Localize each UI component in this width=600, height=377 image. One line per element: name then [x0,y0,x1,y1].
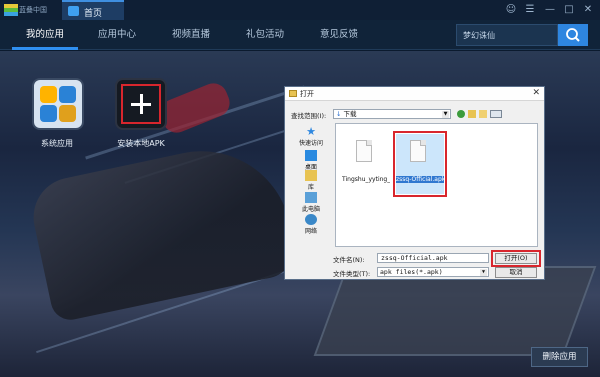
filetype-select[interactable]: apk files(*.apk) ▼ [377,267,489,277]
place-library[interactable]: 库 [291,170,331,194]
tab-label: 意见反馈 [319,29,358,40]
network-icon [305,214,317,225]
tab-underline [156,47,226,50]
cancel-button[interactable]: 取消 [495,267,537,278]
settings-icon [40,86,57,103]
bluestacks-logo-icon [4,4,18,16]
lookin-select[interactable]: ↓ 下载 ▼ [333,109,451,119]
place-label: 此电脑 [301,206,320,213]
back-icon[interactable] [457,110,465,118]
tab-my-apps[interactable]: 我的应用 [10,20,80,50]
install-apk-label: 安装本地APK [117,139,165,148]
menu-icon[interactable]: ☰ [523,3,537,17]
place-label: 库 [307,184,314,191]
folder-icon [289,90,297,97]
file-name: Tingshu_yyting_... [342,176,390,183]
search-box[interactable] [456,24,558,46]
tab-underline [82,47,152,50]
document-icon [356,140,372,162]
filename-field[interactable]: zssq-Official.apk [377,253,489,263]
system-apps-icon[interactable] [32,78,84,130]
home-tab-label: 首页 [84,9,103,19]
place-quick-access[interactable]: ★ 快速访问 [291,126,331,150]
desktop-icon [305,150,317,161]
background-race-car [156,79,234,137]
chevron-down-icon: ▼ [442,111,449,118]
folder-icon [40,105,57,122]
highlight-box [393,131,447,197]
install-apk-button[interactable] [115,78,167,130]
avatar-icon[interactable]: ☺ [504,3,518,17]
maximize-icon[interactable]: □ [562,3,576,17]
app-name: 蓝叠中国 [19,6,47,14]
star-icon: ★ [306,125,316,138]
search-button[interactable] [558,24,588,46]
camera-icon [59,105,76,122]
tab-label: 视频直播 [171,29,210,40]
delete-app-button[interactable]: 删除应用 [531,347,588,367]
tab-gift-events[interactable]: 礼包活动 [228,20,302,50]
title-bar: 蓝叠中国 首页 ☺ ☰ — □ ✕ [0,0,600,20]
home-icon [68,6,79,16]
filename-label: 文件名(N): [333,256,365,264]
open-file-dialog: 打开 ✕ 查找范围(I): ↓ 下载 ▼ ★ 快速访问 桌面 库 此电脑 网络 [284,86,545,280]
new-folder-icon[interactable] [479,110,487,118]
system-apps-label: 系统应用 [41,139,73,148]
tab-home[interactable]: 首页 [62,0,124,20]
place-network[interactable]: 网络 [291,214,331,238]
close-icon[interactable]: ✕ [581,3,595,17]
up-folder-icon[interactable] [468,110,476,118]
view-menu-icon[interactable] [490,110,502,118]
tab-label: 应用中心 [97,29,136,40]
lookin-label: 查找范围(I): [291,112,327,120]
tab-underline [304,47,374,50]
search-input[interactable] [463,28,553,42]
dialog-title: 打开 [300,90,314,98]
tab-app-center[interactable]: 应用中心 [80,20,154,50]
close-icon[interactable]: ✕ [532,88,540,98]
place-label: 快速访问 [298,140,323,147]
tab-live-video[interactable]: 视频直播 [154,20,228,50]
place-this-pc[interactable]: 此电脑 [291,192,331,216]
places-bar: ★ 快速访问 桌面 库 此电脑 网络 [291,126,331,238]
filetype-value: apk files(*.apk) [380,268,443,276]
tab-label: 礼包活动 [245,29,284,40]
tab-label: 我的应用 [25,29,64,40]
file-item[interactable]: Tingshu_yyting_... [342,134,390,194]
download-arrow-icon: ↓ [336,110,342,118]
chevron-down-icon: ▼ [480,269,487,276]
background-race-car [26,134,300,324]
tab-feedback[interactable]: 意见反馈 [302,20,376,50]
place-label: 网络 [304,228,317,235]
lookin-value: 下载 [343,110,357,118]
filetype-label: 文件类型(T): [333,270,371,278]
browser-icon [59,86,76,103]
dialog-title-bar: 打开 ✕ [285,87,544,101]
plus-icon [139,94,143,114]
minimize-icon[interactable]: — [543,3,557,17]
active-indicator [12,47,78,50]
library-icon [305,170,317,181]
file-list: Tingshu_yyting_... zssq-Official.apk [335,123,538,247]
computer-icon [305,192,317,203]
search-icon [566,28,580,42]
tab-underline [230,47,300,50]
highlight-box [491,250,541,267]
